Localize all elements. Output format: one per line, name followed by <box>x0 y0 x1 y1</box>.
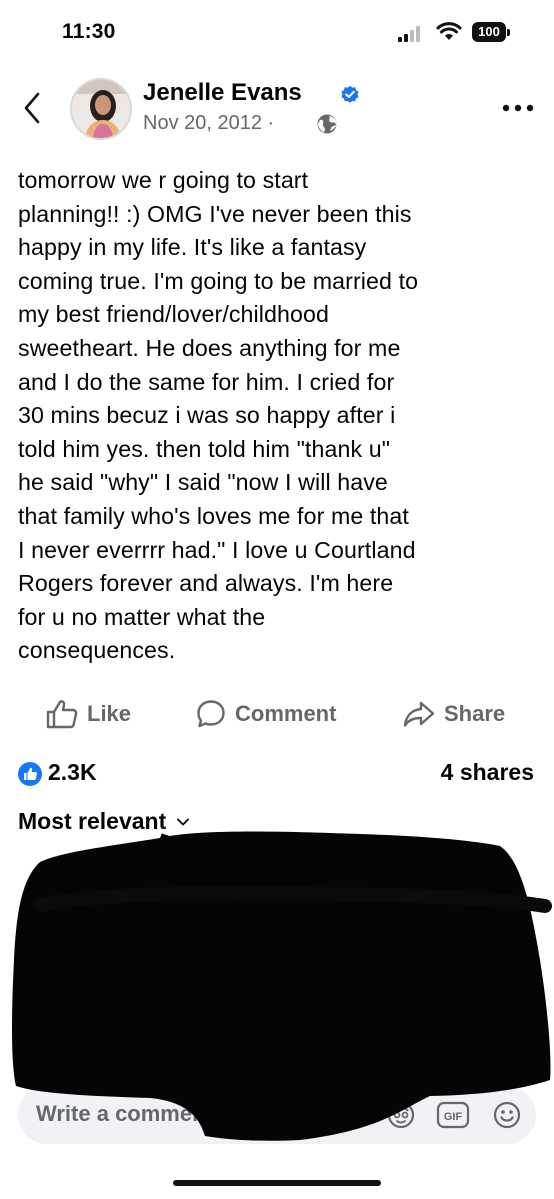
cellular-signal-icon <box>398 26 420 42</box>
emoji-icon[interactable] <box>492 1100 522 1130</box>
svg-text:GIF: GIF <box>444 1111 463 1123</box>
avatar-sticker-icon[interactable] <box>386 1100 416 1130</box>
share-label: Share <box>444 701 506 726</box>
battery-indicator: 100 <box>472 22 510 42</box>
share-arrow-icon <box>403 701 435 727</box>
globe-icon <box>317 114 337 134</box>
comment-button[interactable]: Comment <box>196 698 336 730</box>
comment-input[interactable]: Write a comment... GIF <box>18 1086 536 1144</box>
comment-placeholder: Write a comment... <box>36 1101 232 1126</box>
post-text: tomorrow we r going to start planning!! … <box>18 167 419 664</box>
home-indicator <box>173 1180 381 1186</box>
comment-bubble-icon <box>197 700 225 728</box>
share-count[interactable]: 4 shares <box>441 759 534 786</box>
avatar-image <box>72 80 130 138</box>
back-arrow-icon[interactable] <box>20 90 44 126</box>
comment-sort-dropdown[interactable]: Most relevant <box>18 808 190 835</box>
post-date[interactable]: Nov 20, 2012 · <box>143 112 274 135</box>
like-reaction-icon[interactable] <box>18 762 42 786</box>
like-button[interactable]: Like <box>46 698 131 730</box>
share-button[interactable]: Share <box>403 698 505 730</box>
post-actions: Like Comment Share <box>0 690 554 738</box>
verified-badge-icon <box>341 85 359 103</box>
status-bar: 11:30 100 <box>0 0 554 62</box>
status-time: 11:30 <box>62 20 116 43</box>
more-options-icon[interactable] <box>500 96 536 120</box>
wifi-icon <box>436 22 462 40</box>
chevron-down-icon <box>177 818 190 825</box>
author-name[interactable]: Jenelle Evans <box>143 79 302 107</box>
reaction-stats: 2.3K 4 shares <box>0 756 554 792</box>
sort-label: Most relevant <box>18 808 167 834</box>
like-label: Like <box>87 701 132 726</box>
post-header: Jenelle Evans Nov 20, 2012 · <box>0 66 554 152</box>
battery-level: 100 <box>472 22 506 42</box>
gif-icon[interactable]: GIF <box>436 1100 470 1130</box>
author-avatar[interactable] <box>70 78 132 140</box>
thumbs-up-icon <box>46 700 78 729</box>
like-count[interactable]: 2.3K <box>48 759 97 786</box>
comment-label: Comment <box>235 701 337 726</box>
